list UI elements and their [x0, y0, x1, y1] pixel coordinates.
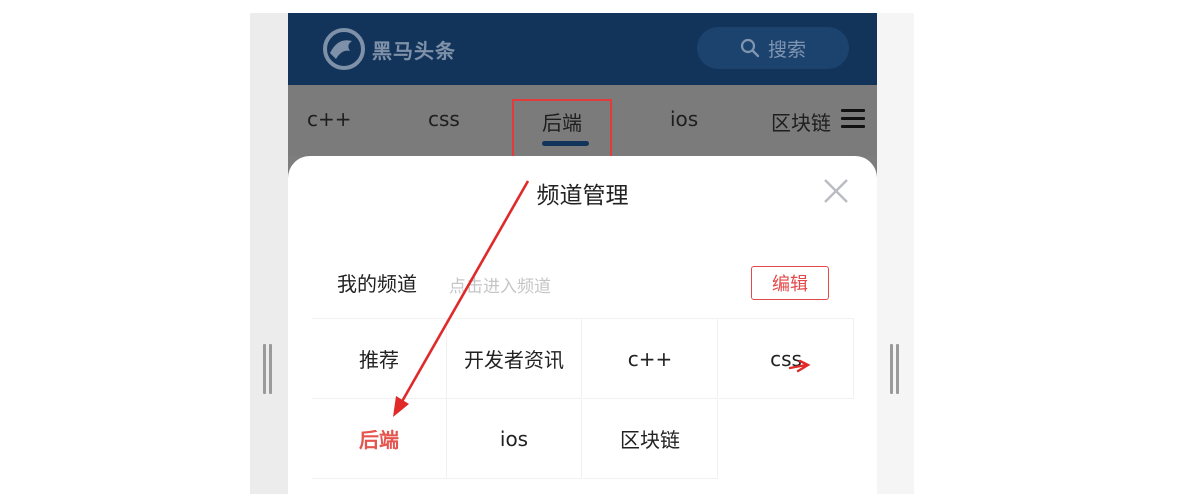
search-button[interactable]: 搜索 — [697, 27, 849, 69]
resize-handle-left[interactable] — [263, 344, 273, 394]
logo-text: 黑马头条 — [372, 38, 456, 63]
my-channels-title: 我的频道 — [337, 272, 417, 296]
channel-item-cpp[interactable]: c++ — [583, 319, 718, 399]
device-frame-right — [877, 13, 914, 494]
channel-management-panel: 频道管理 我的频道 点击进入频道 编辑 推荐 开发者资讯 c++ css 后端 … — [288, 156, 877, 494]
my-channels-hint: 点击进入频道 — [449, 277, 551, 297]
search-icon — [740, 38, 760, 58]
tab-css[interactable]: css — [428, 107, 460, 131]
screenshot-stage: 黑马头条 搜索 c++ css 后端 ios 区块链 频道管理 我的频道 点击进… — [0, 0, 1203, 494]
resize-handle-right[interactable] — [890, 344, 900, 394]
channel-item-blockchain[interactable]: 区块链 — [583, 399, 718, 479]
search-button-label: 搜索 — [767, 38, 806, 61]
tab-ios[interactable]: ios — [670, 107, 698, 131]
channel-item-recommend[interactable]: 推荐 — [312, 319, 447, 399]
panel-title: 频道管理 — [536, 183, 629, 209]
tab-blockchain[interactable]: 区块链 — [771, 107, 831, 136]
app-logo[interactable]: 黑马头条 — [322, 27, 456, 71]
menu-icon[interactable] — [841, 109, 865, 129]
logo-icon — [323, 28, 365, 70]
channel-item-backend[interactable]: 后端 — [312, 399, 447, 479]
annotation-highlight-box — [512, 99, 612, 160]
channel-item-css[interactable]: css — [719, 319, 854, 399]
edit-button[interactable]: 编辑 — [751, 266, 829, 300]
tab-cpp[interactable]: c++ — [307, 107, 352, 131]
channel-item-dev-news[interactable]: 开发者资讯 — [447, 319, 582, 399]
app-header: 黑马头条 搜索 — [288, 13, 877, 85]
mobile-viewport: 黑马头条 搜索 c++ css 后端 ios 区块链 频道管理 我的频道 点击进… — [288, 13, 877, 494]
channel-item-ios[interactable]: ios — [447, 399, 582, 479]
close-icon[interactable] — [823, 178, 849, 204]
